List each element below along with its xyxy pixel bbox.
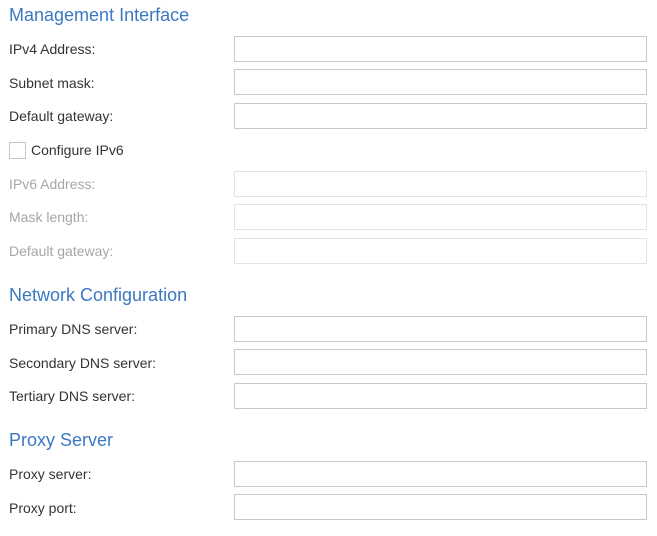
ipv6-address-input	[234, 171, 647, 197]
proxy-server-input[interactable]	[234, 461, 647, 487]
proxy-server-label: Proxy server:	[9, 466, 92, 482]
subnet-mask-label: Subnet mask:	[9, 75, 95, 91]
ipv6-default-gateway-input	[234, 238, 647, 264]
default-gateway-label: Default gateway:	[9, 108, 114, 124]
mask-length-label: Mask length:	[9, 209, 89, 225]
tertiary-dns-label: Tertiary DNS server:	[9, 388, 136, 404]
ipv6-address-label: IPv6 Address:	[9, 176, 96, 192]
mask-length-input	[234, 204, 647, 230]
proxy-server-title: Proxy Server	[9, 430, 114, 450]
proxy-port-input[interactable]	[234, 494, 647, 520]
proxy-port-label: Proxy port:	[9, 500, 77, 516]
default-gateway-input[interactable]	[234, 103, 647, 129]
ipv4-address-input[interactable]	[234, 36, 647, 62]
ipv4-address-label: IPv4 Address:	[9, 41, 96, 57]
configure-ipv6-checkbox[interactable]	[9, 141, 26, 159]
secondary-dns-label: Secondary DNS server:	[9, 355, 157, 371]
tertiary-dns-input[interactable]	[234, 383, 647, 409]
primary-dns-label: Primary DNS server:	[9, 321, 138, 337]
network-configuration-title: Network Configuration	[9, 285, 188, 305]
configure-ipv6-row[interactable]: Configure IPv6	[9, 141, 124, 159]
management-interface-title: Management Interface	[9, 5, 190, 25]
primary-dns-input[interactable]	[234, 316, 647, 342]
ipv6-default-gateway-label: Default gateway:	[9, 243, 114, 259]
secondary-dns-input[interactable]	[234, 349, 647, 375]
configure-ipv6-label[interactable]: Configure IPv6	[31, 141, 124, 159]
subnet-mask-input[interactable]	[234, 69, 647, 95]
